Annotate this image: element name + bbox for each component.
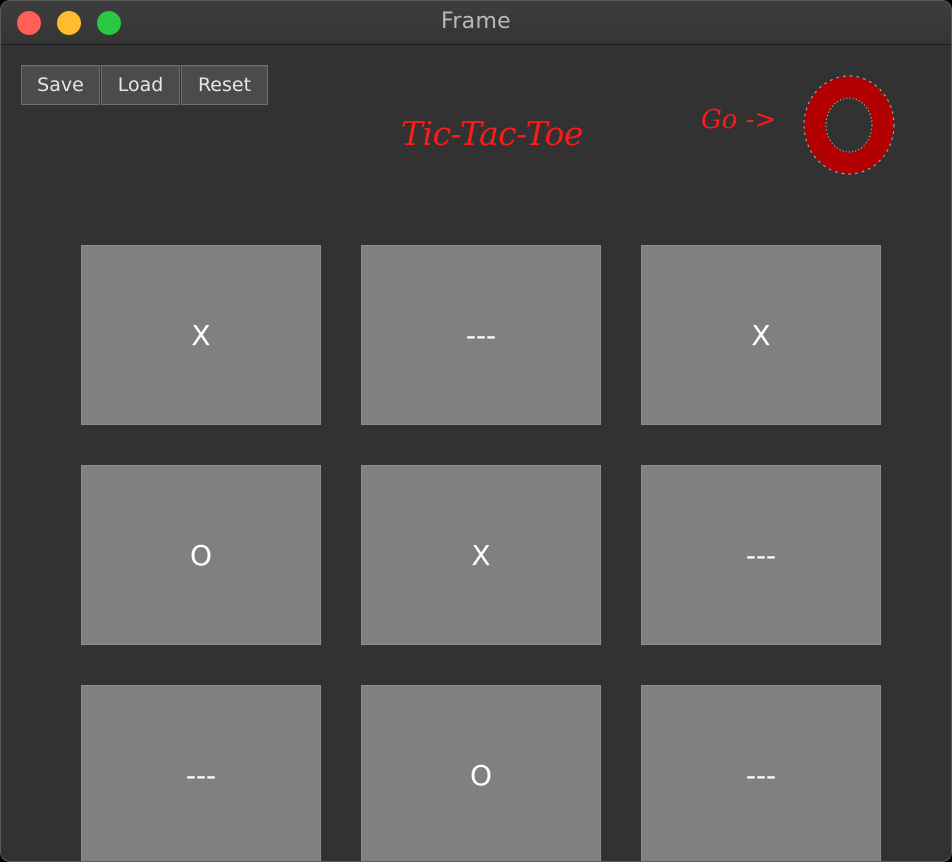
save-button[interactable]: Save: [21, 65, 100, 105]
board-cell-r2-c3[interactable]: ---: [641, 465, 881, 645]
current-player-o-graphic: [803, 75, 895, 175]
game-board: X --- X O X --- --- O ---: [81, 245, 881, 861]
board-cell-r1-c2[interactable]: ---: [361, 245, 601, 425]
board-cell-r3-c2[interactable]: O: [361, 685, 601, 861]
title-bar[interactable]: Frame: [1, 1, 951, 45]
reset-button[interactable]: Reset: [181, 65, 268, 105]
load-button[interactable]: Load: [101, 65, 180, 105]
app-window: Frame Save Load Reset Tic-Tac-Toe Go -> …: [0, 0, 952, 862]
board-cell-r2-c2[interactable]: X: [361, 465, 601, 645]
board-cell-r3-c3[interactable]: ---: [641, 685, 881, 861]
board-cell-r3-c1[interactable]: ---: [81, 685, 321, 861]
o-mark-icon: [801, 73, 897, 177]
board-cell-r1-c3[interactable]: X: [641, 245, 881, 425]
board-cell-r2-c1[interactable]: O: [81, 465, 321, 645]
turn-label: Go ->: [701, 105, 777, 135]
board-cell-r1-c1[interactable]: X: [81, 245, 321, 425]
toolbar: Save Load Reset: [21, 65, 269, 105]
game-title: Tic-Tac-Toe: [401, 114, 583, 153]
window-title: Frame: [440, 9, 512, 34]
